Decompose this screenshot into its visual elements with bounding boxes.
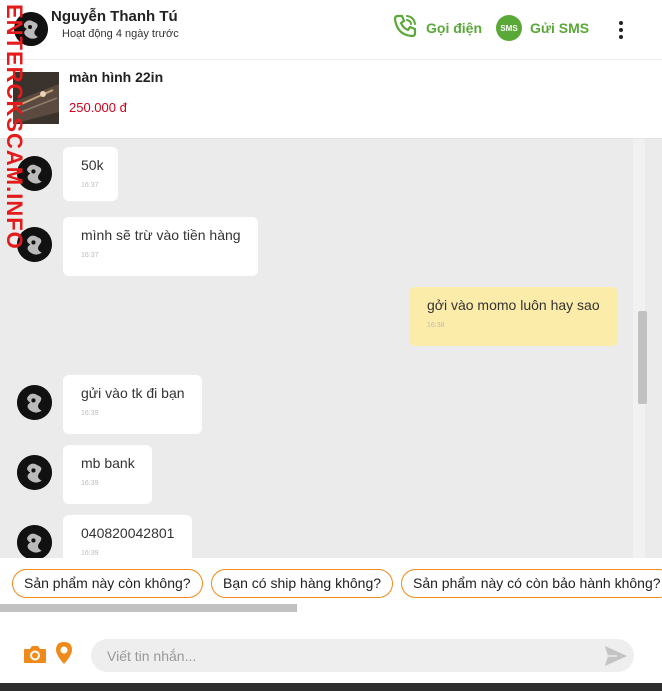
send-sms-button[interactable]: SMS Gửi SMS [496,14,589,42]
quick-reply-chip[interactable]: Sản phẩm này còn không? [12,569,203,598]
sms-label: Gửi SMS [530,20,590,36]
message-list[interactable]: 50k 16:37 mình sẽ trừ vào tiền hàng 16:3… [0,139,662,558]
message-time: 16:38 [427,322,445,329]
product-card[interactable]: màn hình 22in 250.000 đ [0,60,662,139]
message-composer [0,618,662,691]
message-text: gởi vào momo luôn hay sao [427,297,600,313]
call-label: Gọi điện [426,20,482,36]
location-pin-icon[interactable] [55,641,73,670]
message-bubble: gửi vào tk đi bạn 16:39 [63,375,202,434]
message-time: 16:39 [81,410,99,417]
message-time: 16:39 [81,480,99,487]
contact-status: Hoạt động 4 ngày trước [62,28,179,40]
message-text: gửi vào tk đi bạn [81,385,185,401]
more-options-icon[interactable] [612,18,630,42]
chat-window: Nguyễn Thanh Tú Hoạt động 4 ngày trước G… [0,0,662,691]
call-button[interactable]: Gọi điện [392,14,482,42]
message-time: 16:37 [81,252,99,259]
contact-avatar [17,455,52,490]
product-title: màn hình 22in [69,69,164,85]
message-text: mình sẽ trừ vào tiền hàng [81,227,241,243]
send-icon[interactable] [604,645,628,672]
message-input[interactable] [91,639,634,672]
message-time: 16:39 [81,550,99,557]
product-price: 250.000 đ [69,100,127,115]
message-bubble: 50k 16:37 [63,147,118,201]
quick-reply-chip[interactable]: Sản phẩm này có còn bảo hành không? [401,569,662,598]
contact-avatar [17,385,52,420]
message-bubble: mình sẽ trừ vào tiền hàng 16:37 [63,217,258,276]
message-time: 16:37 [81,182,99,189]
my-message-bubble: gởi vào momo luôn hay sao 16:38 [409,287,618,346]
message-text: 040820042801 [81,525,175,541]
sms-icon: SMS [496,15,522,41]
message-bubble: mb bank 16:39 [63,445,152,504]
window-bottom-edge [0,683,662,691]
horizontal-scrollbar[interactable] [0,604,297,612]
quick-replies: Sản phẩm này còn không? Bạn có ship hàng… [0,558,662,618]
scrollbar-thumb[interactable] [638,311,647,404]
message-bubble: 040820042801 16:39 [63,515,192,558]
message-text: 50k [81,157,104,173]
camera-icon[interactable] [23,644,47,669]
phone-icon [392,13,418,44]
message-text: mb bank [81,455,135,471]
contact-name: Nguyễn Thanh Tú [51,8,178,25]
chat-header: Nguyễn Thanh Tú Hoạt động 4 ngày trước G… [0,0,662,60]
contact-avatar [17,525,52,558]
quick-reply-chip[interactable]: Bạn có ship hàng không? [211,569,394,598]
watermark-text: ENTERCKSCAM.INFO [2,4,27,250]
